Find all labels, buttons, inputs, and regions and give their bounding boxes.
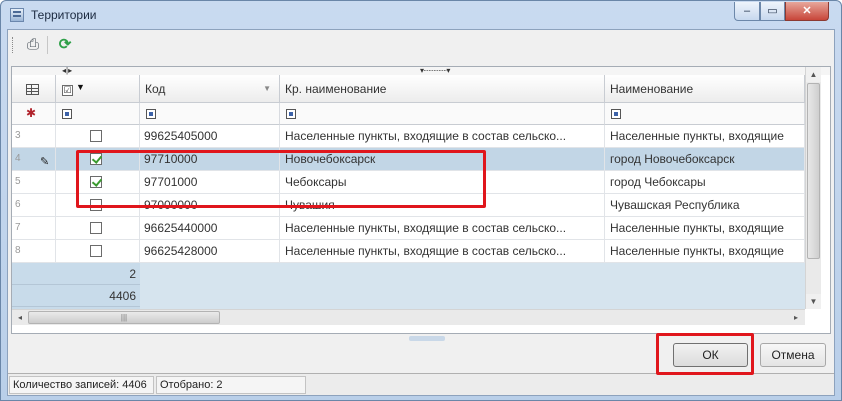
row-checkbox-cell[interactable] <box>56 125 140 147</box>
footer-total-count: 4406 <box>12 285 140 307</box>
maximize-button[interactable]: ▭ <box>760 2 785 21</box>
column-header-kod-label: Код <box>145 82 166 96</box>
splitter-handle[interactable] <box>409 336 445 341</box>
column-header-name-label: Наименование <box>610 82 694 96</box>
column-band-row: ◂|▸ ▾··············▾ <box>12 67 830 75</box>
scroll-right-icon[interactable]: ▸ <box>788 310 804 325</box>
cell-kr-name[interactable]: Населенные пункты, входящие в состав сел… <box>280 217 605 239</box>
scroll-down-icon[interactable]: ▼ <box>806 294 821 309</box>
app-icon <box>10 8 24 22</box>
highlight-frame-ok-button <box>656 333 754 375</box>
band-splitter-icon[interactable]: ▾··············▾ <box>420 67 450 75</box>
title-bar[interactable]: Территории ‒ ▭ ✕ <box>1 1 841 29</box>
sort-dropdown-icon[interactable]: ▼ <box>263 84 271 93</box>
filter-icon[interactable] <box>146 109 156 119</box>
filter-kr-name[interactable] <box>280 103 605 125</box>
cell-name[interactable]: Населенные пункты, входящие <box>605 240 805 262</box>
window-title: Территории <box>31 8 97 22</box>
vertical-scroll-thumb[interactable] <box>807 83 820 259</box>
cell-name[interactable]: Чувашская Республика <box>605 194 805 216</box>
table-row[interactable]: 3 99625405000 Населенные пункты, входящие … <box>12 125 805 148</box>
status-bar: Количество записей: 4406 Отобрано: 2 <box>8 373 834 395</box>
cell-kod[interactable]: 96625428000 <box>140 240 280 262</box>
table-row[interactable]: 7 96625440000 Населенные пункты, входящие … <box>12 217 805 240</box>
row-checkbox-cell[interactable] <box>56 240 140 262</box>
print-icon[interactable]: ⎙ <box>22 35 44 55</box>
edit-row-indicator-icon: ✎ <box>40 156 50 168</box>
row-number: 6 <box>12 194 56 216</box>
row-number: 7 <box>12 217 56 239</box>
cell-name[interactable]: Населенные пункты, входящие <box>605 217 805 239</box>
cell-name[interactable]: Населенные пункты, входящие <box>605 125 805 147</box>
band-resize-icon[interactable]: ◂|▸ <box>62 67 72 75</box>
cell-name[interactable]: город Новочебоксарск <box>605 148 805 170</box>
filter-icon[interactable] <box>286 109 296 119</box>
status-selected-count: Отобрано: 2 <box>156 376 306 394</box>
toolbar-separator <box>47 36 48 54</box>
scroll-left-icon[interactable]: ◂ <box>12 310 28 325</box>
filter-checkbox-column[interactable] <box>56 103 140 125</box>
toolbar: ⎙ ⟳ <box>8 30 834 60</box>
toolbar-grip[interactable] <box>12 37 15 53</box>
cell-kr-name[interactable]: Населенные пункты, входящие в состав сел… <box>280 240 605 262</box>
highlight-frame-selected-rows <box>76 150 486 208</box>
pin-icon[interactable]: ✱ <box>26 106 36 120</box>
scroll-up-icon[interactable]: ▲ <box>806 67 821 82</box>
row-number: 3 <box>12 125 56 147</box>
column-header-kr-name[interactable]: Кр. наименование <box>280 75 605 103</box>
row-checkbox-cell[interactable] <box>56 217 140 239</box>
status-record-count: Количество записей: 4406 <box>9 376 154 394</box>
select-all-checkbox[interactable]: ☑ <box>62 85 73 96</box>
row-number: 8 <box>12 240 56 262</box>
horizontal-scrollbar[interactable]: ◂ ||| ▸ <box>12 309 805 325</box>
filter-row-pin[interactable]: ✱ <box>12 103 56 125</box>
row-checkbox[interactable] <box>90 130 102 142</box>
cell-kod[interactable]: 96625440000 <box>140 217 280 239</box>
column-chooser-icon[interactable] <box>26 84 39 95</box>
grid-footer-empty <box>140 263 805 309</box>
filter-name[interactable] <box>605 103 805 125</box>
column-header-kr-name-label: Кр. наименование <box>285 82 387 96</box>
row-number: 4 <box>12 148 56 170</box>
column-chooser-header[interactable] <box>12 75 56 103</box>
horizontal-scroll-thumb[interactable]: ||| <box>28 311 220 324</box>
cell-kod[interactable]: 99625405000 <box>140 125 280 147</box>
cancel-button[interactable]: Отмена <box>760 343 826 367</box>
row-checkbox[interactable] <box>90 245 102 257</box>
checkbox-column-header[interactable]: ☑ ▼ <box>56 75 140 103</box>
table-row[interactable]: 8 96625428000 Населенные пункты, входящие … <box>12 240 805 263</box>
vertical-scrollbar[interactable]: ▲ ▼ <box>805 67 821 309</box>
filter-kod[interactable] <box>140 103 280 125</box>
filter-icon[interactable] <box>611 109 621 119</box>
row-number: 5 <box>12 171 56 193</box>
refresh-icon[interactable]: ⟳ <box>54 35 76 55</box>
footer-selected-count: 2 <box>12 263 140 285</box>
cell-kr-name[interactable]: Населенные пункты, входящие в состав сел… <box>280 125 605 147</box>
close-button[interactable]: ✕ <box>785 2 829 21</box>
minimize-button[interactable]: ‒ <box>734 2 760 21</box>
grid-footer-summary: 2 4406 <box>12 263 140 309</box>
row-checkbox[interactable] <box>90 222 102 234</box>
select-menu-arrow-icon[interactable]: ▼ <box>76 82 85 92</box>
filter-icon[interactable] <box>62 109 72 119</box>
column-header-kod[interactable]: Код ▼ <box>140 75 280 103</box>
cell-name[interactable]: город Чебоксары <box>605 171 805 193</box>
column-header-name[interactable]: Наименование <box>605 75 805 103</box>
